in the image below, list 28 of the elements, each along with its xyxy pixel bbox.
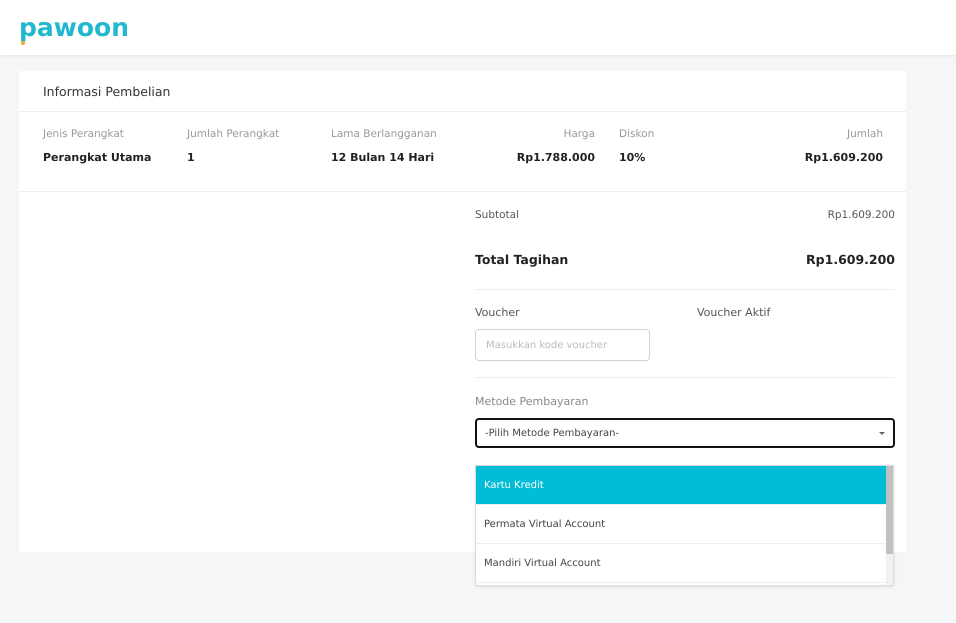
menu-option[interactable]: Mandiri Virtual Account (476, 544, 886, 583)
table-cell-text: Rp1.609.200 (804, 151, 883, 164)
table-cell-text: Rp1.788.000 (516, 151, 595, 164)
column-header: Jumlah Perangkat (187, 128, 280, 140)
payment-method-label: Metode Pembayaran (475, 395, 590, 408)
table-cell-text: Perangkat Utama (43, 151, 152, 164)
menu-option[interactable]: Permata Virtual Account (476, 505, 886, 544)
total-value: Rp1.609.200 (806, 252, 895, 267)
payment-method-select[interactable]: -Pilih Metode Pembayaran- (475, 418, 895, 448)
table-cell-text: 10% (618, 151, 646, 164)
column-header: Diskon (618, 128, 656, 140)
card-title: Informasi Pembelian (19, 71, 906, 112)
subtotal-label: Subtotal (475, 209, 519, 221)
total-label: Total Tagihan (475, 252, 568, 267)
subtotal-value: Rp1.609.200 (828, 209, 895, 221)
column-header: Jumlah (846, 128, 883, 140)
table-cell-text: 1 (187, 151, 196, 164)
scrollbar[interactable] (886, 466, 893, 585)
column-header: Lama Berlangganan (331, 128, 438, 140)
caret-icon (879, 432, 885, 434)
table-cell-text: 12 Bulan 14 Hari (331, 151, 436, 164)
logo: pawoon (19, 15, 130, 40)
column-header: Harga (562, 128, 595, 140)
voucher-input[interactable]: Masukkan kode voucher (475, 329, 650, 361)
column-header: Jenis Perangkat (43, 128, 125, 140)
active-voucher-label: Voucher Aktif (697, 306, 772, 319)
voucher-label: Voucher (475, 306, 521, 319)
dot-icon (21, 41, 25, 45)
